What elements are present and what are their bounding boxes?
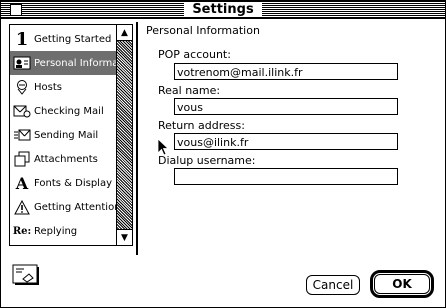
settings-document-icon xyxy=(12,264,40,286)
number-one-icon: 1 xyxy=(15,28,29,50)
sidebar-item-label: Getting Started xyxy=(34,33,112,45)
real-name-label: Real name: xyxy=(158,84,221,97)
checking-mail-icon xyxy=(10,104,34,118)
sidebar-item-fonts-display[interactable]: A Fonts & Display xyxy=(10,171,116,195)
dialup-username-field[interactable] xyxy=(174,168,398,185)
sending-mail-icon xyxy=(10,129,34,141)
font-a-icon: A xyxy=(15,173,29,193)
sidebar-item-label: Fonts & Display xyxy=(34,177,112,189)
section-title: Personal Information xyxy=(146,24,260,37)
return-address-label: Return address: xyxy=(158,119,245,132)
pop-account-field[interactable]: votrenom@mail.ilink.fr xyxy=(174,63,398,80)
sidebar-item-sending-mail[interactable]: Sending Mail xyxy=(10,123,116,147)
scroll-down-arrow-icon[interactable]: ▼ xyxy=(117,229,132,245)
sidebar-item-label: Hosts xyxy=(34,81,62,93)
sidebar-item-hosts[interactable]: Hosts xyxy=(10,75,116,99)
settings-category-list[interactable]: 1 Getting Started Personal Informa Hosts… xyxy=(9,24,133,246)
personal-card-icon xyxy=(10,56,34,70)
list-scrollbar[interactable]: ▲ ▼ xyxy=(116,25,132,245)
sidebar-item-getting-attention[interactable]: Getting Attention xyxy=(10,195,116,219)
ok-button[interactable]: OK xyxy=(374,274,430,294)
return-address-field[interactable]: vous@ilink.fr xyxy=(174,133,398,150)
sidebar-item-label: Getting Attention xyxy=(34,201,116,213)
sidebar-item-getting-started[interactable]: 1 Getting Started xyxy=(10,27,116,51)
hosts-icon xyxy=(10,79,34,95)
reply-re-icon: Re: xyxy=(12,225,32,237)
attachments-icon xyxy=(10,151,34,167)
pop-account-label: POP account: xyxy=(158,48,231,61)
sidebar-item-label: Attachments xyxy=(34,153,98,165)
panel-divider xyxy=(136,22,138,255)
sidebar-item-replying[interactable]: Re: Replying xyxy=(10,219,116,243)
title-bar[interactable]: Settings xyxy=(1,1,445,19)
window-title: Settings xyxy=(184,2,262,17)
sidebar-item-personal-information[interactable]: Personal Informa xyxy=(10,51,116,75)
warning-icon xyxy=(10,199,34,215)
sidebar-item-checking-mail[interactable]: Checking Mail xyxy=(10,99,116,123)
sidebar-item-label: Replying xyxy=(34,225,78,237)
scroll-up-arrow-icon[interactable]: ▲ xyxy=(117,25,132,41)
real-name-field[interactable]: vous xyxy=(174,98,398,115)
sidebar-item-attachments[interactable]: Attachments xyxy=(10,147,116,171)
sidebar-item-label: Sending Mail xyxy=(34,129,99,141)
sidebar-item-label: Personal Informa xyxy=(34,57,116,69)
dialup-username-label: Dialup username: xyxy=(158,154,256,167)
mouse-pointer-icon xyxy=(157,138,169,156)
sidebar-item-label: Checking Mail xyxy=(34,105,104,117)
cancel-button[interactable]: Cancel xyxy=(306,275,360,295)
